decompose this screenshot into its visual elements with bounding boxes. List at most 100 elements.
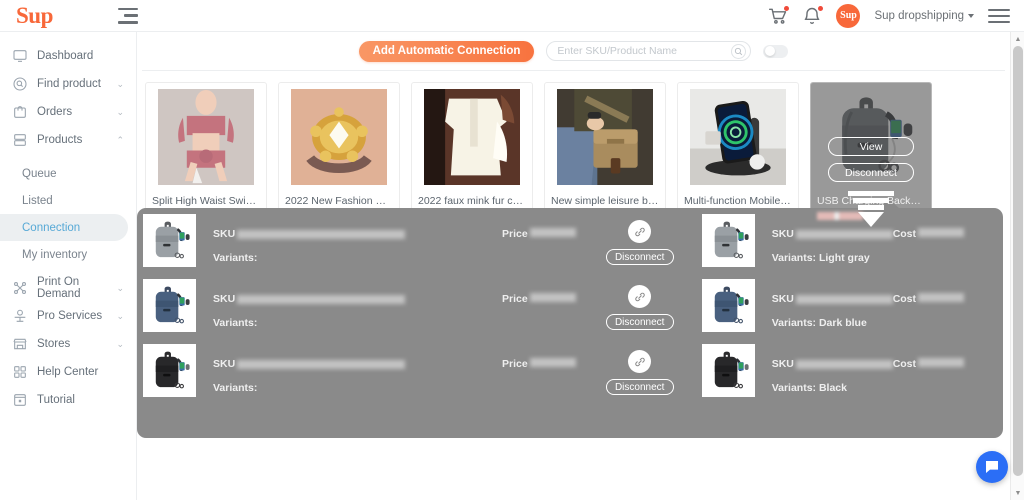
avatar[interactable]: Sup: [836, 3, 861, 28]
scroll-down-arrow-icon[interactable]: ▼: [1011, 486, 1024, 500]
product-title: USB Charging Backpack...: [817, 195, 931, 207]
detail-right-info: SKU Variants: Black: [755, 338, 893, 394]
scissors-icon: [12, 280, 28, 296]
scrollbar-thumb[interactable]: [1013, 46, 1023, 476]
detail-row-actions: Disconnect: [605, 273, 674, 330]
sidebar-label-orders: Orders: [37, 106, 73, 118]
scroll-up-arrow-icon[interactable]: ▲: [1011, 32, 1024, 46]
detail-price: Price: [502, 208, 576, 240]
cost-value-redacted: [918, 293, 965, 302]
detail-row-right: SKU Variants: Black Cost: [701, 338, 965, 397]
sidebar-label-queue: Queue: [22, 167, 57, 180]
search-icon[interactable]: [731, 43, 747, 59]
sidebar-label-pro-services: Pro Services: [37, 310, 103, 322]
variants-value: Variants: Light gray: [771, 252, 870, 264]
detail-sku-line: SKU Variants:: [196, 273, 502, 329]
row-thumbnail: [143, 279, 196, 332]
sidebar-item-my-inventory[interactable]: My inventory: [0, 241, 128, 268]
sidebar-label-print-on-demand: Print On Demand: [37, 276, 81, 300]
price-label: Price: [502, 293, 528, 305]
sidebar-label-listed: Listed: [22, 194, 53, 207]
detail-cost: Cost: [892, 208, 965, 240]
detail-cost: Cost: [893, 338, 965, 370]
detail-left-info: SKU Variants:: [196, 208, 502, 264]
view-button[interactable]: View: [828, 137, 914, 156]
price-value-redacted: [529, 358, 576, 367]
user-menu[interactable]: Sup dropshipping: [874, 10, 974, 22]
product-grid: Split High Waist Swimsuit... 2022 New Fa: [137, 71, 1010, 231]
toolbar: Add Automatic Connection: [142, 32, 1005, 71]
link-icon[interactable]: [628, 350, 652, 373]
cart-icon[interactable]: [768, 5, 790, 26]
price-value-redacted: [529, 293, 576, 302]
row-disconnect-button[interactable]: Disconnect: [605, 249, 674, 265]
bell-badge-dot: [818, 5, 824, 11]
disconnect-button[interactable]: Disconnect: [828, 163, 914, 182]
sidebar-item-tutorial[interactable]: Tutorial: [0, 386, 136, 414]
sidebar-item-print-on-demand[interactable]: Print On Demand ⌄: [0, 274, 136, 302]
sku-value-redacted: [795, 359, 893, 369]
sidebar-item-queue[interactable]: Queue: [0, 160, 128, 187]
play-box-icon: [12, 392, 28, 408]
dashboard-icon: [12, 48, 28, 64]
sidebar-item-products[interactable]: Products ⌃: [0, 126, 136, 154]
sidebar-item-pro-services[interactable]: Pro Services ⌄: [0, 302, 136, 330]
row-disconnect-button[interactable]: Disconnect: [605, 379, 674, 395]
sidebar-item-stores[interactable]: Stores ⌄: [0, 330, 136, 358]
search-input[interactable]: [557, 45, 732, 57]
product-thumbnail: [146, 83, 266, 191]
detail-cost: Cost: [893, 273, 965, 305]
sidebar-item-dashboard[interactable]: Dashboard: [0, 42, 136, 70]
detail-row: SKU Variants: Price Disconnect SKU Varia…: [137, 208, 1003, 273]
search-box[interactable]: [546, 41, 752, 61]
detail-sku-line: SKU Variants:: [196, 208, 502, 264]
sku-label: SKU: [771, 293, 794, 305]
search-circle-icon: [12, 76, 28, 92]
link-icon[interactable]: [628, 220, 652, 243]
row-thumbnail: [701, 214, 755, 267]
sidebar-item-help-center[interactable]: Help Center: [0, 358, 136, 386]
toggle-knob: [764, 46, 775, 56]
sidebar-item-orders[interactable]: Orders ⌄: [0, 98, 136, 126]
sku-value-redacted: [237, 229, 406, 239]
products-icon: [12, 132, 28, 148]
detail-row-actions: Disconnect: [605, 338, 674, 395]
hamburger-icon[interactable]: [988, 8, 1010, 23]
sidebar-item-listed[interactable]: Listed: [0, 187, 128, 214]
sku-value-redacted: [795, 229, 893, 239]
cost-label: Cost: [892, 228, 917, 240]
price-label: Price: [502, 358, 528, 370]
row-thumbnail: [701, 279, 755, 332]
page-scrollbar[interactable]: ▲ ▼: [1010, 32, 1024, 500]
chevron-down-icon: ⌄: [116, 338, 124, 349]
collapse-bar-2: [124, 14, 138, 17]
detail-row-actions: Disconnect: [605, 208, 674, 265]
detail-row-left: SKU Variants: Price: [143, 208, 576, 267]
variants-label: Variants:: [213, 252, 258, 264]
detail-row-right: SKU Variants: Dark blue Cost: [701, 273, 965, 332]
sidebar-item-connection[interactable]: Connection: [0, 214, 128, 241]
sidebar-label-help-center: Help Center: [37, 366, 99, 378]
sidebar-item-find-product[interactable]: Find product ⌄: [0, 70, 136, 98]
sidebar-label-connection: Connection: [22, 221, 81, 234]
detail-right-info: SKU Variants: Dark blue: [755, 273, 893, 329]
link-icon[interactable]: [628, 285, 652, 308]
chevron-down-icon: [968, 13, 974, 18]
chevron-down-icon: ⌄: [116, 78, 124, 89]
scrollbar-track[interactable]: [1013, 46, 1023, 486]
row-thumbnail: [143, 344, 196, 397]
chevron-down-icon: ⌄: [116, 282, 124, 293]
hamburger-bar-3: [988, 20, 1010, 23]
product-card-selected[interactable]: View Disconnect USB Charging Backpack...: [810, 82, 932, 231]
app-logo[interactable]: Sup: [0, 4, 108, 27]
chat-widget-button[interactable]: [976, 451, 1008, 483]
add-automatic-connection-button[interactable]: Add Automatic Connection: [358, 40, 535, 62]
row-thumbnail: [143, 214, 196, 267]
view-mode-toggle[interactable]: [763, 44, 789, 58]
variants-value: Variants: Dark blue: [771, 317, 867, 329]
sidebar-label-dashboard: Dashboard: [37, 50, 94, 62]
sku-value-redacted: [237, 294, 406, 304]
collapse-menu-icon[interactable]: [118, 7, 138, 24]
row-disconnect-button[interactable]: Disconnect: [605, 314, 674, 330]
bell-icon[interactable]: [802, 5, 824, 26]
